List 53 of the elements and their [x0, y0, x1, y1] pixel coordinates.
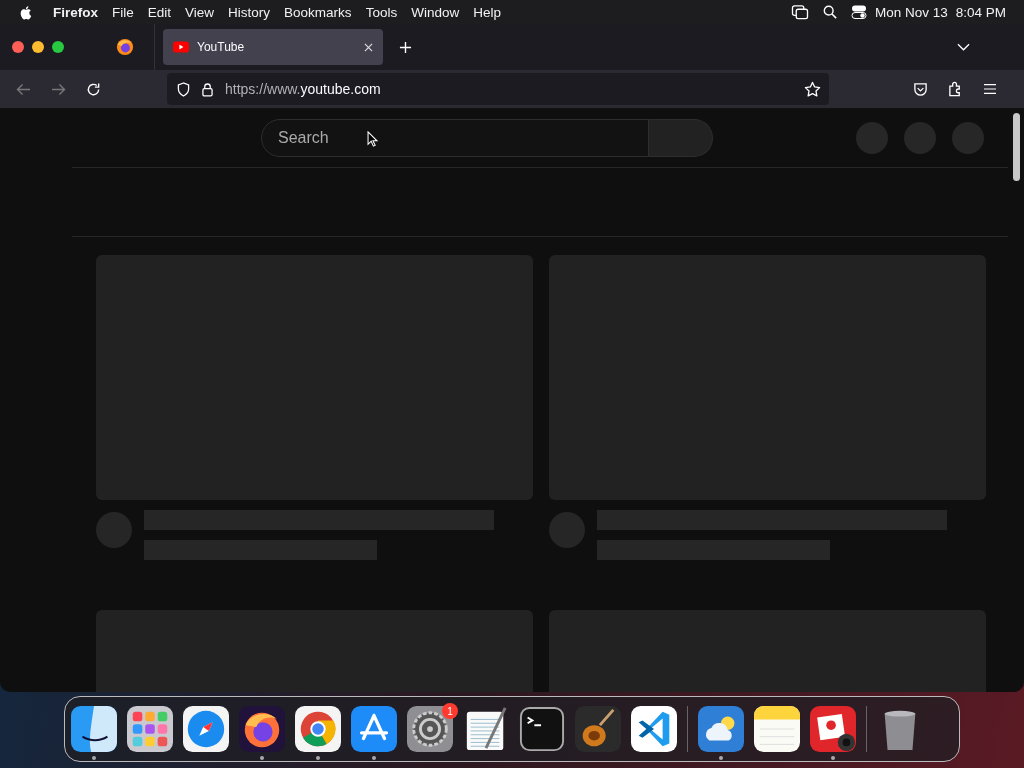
compass-icon[interactable] [183, 706, 229, 752]
play-logo-icon [173, 41, 189, 53]
menu-icon[interactable] [983, 83, 997, 95]
apple-icon[interactable] [20, 4, 33, 20]
menu-item[interactable]: Bookmarks [284, 4, 352, 20]
toggle-icon[interactable] [850, 4, 867, 20]
lock-icon [202, 81, 213, 97]
chrome-icon[interactable] [295, 706, 341, 752]
code-editor-icon[interactable] [631, 706, 677, 752]
close-icon[interactable] [364, 42, 373, 52]
time-text[interactable]: 8:04 PM [955, 4, 1006, 20]
app-grid-icon[interactable] [127, 706, 173, 752]
shield-icon[interactable] [177, 81, 190, 97]
search-field[interactable]: Search [261, 119, 649, 157]
minimize-button[interactable] [32, 41, 44, 53]
app-store-icon[interactable] [351, 706, 397, 752]
back-arrow-icon[interactable] [16, 82, 31, 96]
menu-item[interactable]: History [228, 4, 271, 20]
menu-item[interactable]: Window [411, 4, 460, 20]
menu-item[interactable]: File [112, 4, 134, 20]
notification-badge: 1 [442, 703, 458, 719]
avatar-placeholder [96, 512, 132, 548]
cloud-icon[interactable] [698, 706, 744, 752]
menu-item[interactable]: Help [473, 4, 501, 20]
menu-item[interactable]: View [185, 4, 215, 20]
puzzle-icon[interactable] [948, 81, 963, 97]
finder-icon[interactable] [71, 706, 117, 752]
zoom-button[interactable] [52, 41, 64, 53]
guitar-icon[interactable] [575, 706, 621, 752]
date-text[interactable]: Mon Nov 13 [874, 4, 948, 20]
plus-icon[interactable] [399, 40, 412, 54]
star-icon[interactable] [804, 80, 821, 98]
windows-icon[interactable] [790, 4, 809, 20]
browser-tab[interactable]: YouTube [163, 29, 383, 65]
pocket-icon[interactable] [913, 81, 928, 97]
chevron-down-icon[interactable] [957, 43, 970, 51]
url-text: https://www.youtube.com [225, 81, 381, 97]
search-icon[interactable] [822, 5, 837, 19]
gear-icon[interactable] [407, 706, 453, 752]
address-bar[interactable]: https://www.youtube.com [167, 73, 829, 105]
scrollbar-thumb[interactable] [1013, 113, 1020, 181]
photo-camera-icon[interactable] [810, 706, 856, 752]
pointer-icon [367, 131, 378, 147]
firefox-icon[interactable] [116, 38, 134, 56]
firefox-icon[interactable] [239, 706, 285, 752]
reload-icon[interactable] [86, 81, 101, 97]
terminal-icon[interactable] [519, 706, 565, 752]
menu-item[interactable]: Edit [147, 4, 172, 20]
close-window-button[interactable] [12, 41, 24, 53]
notes-icon[interactable] [754, 706, 800, 752]
menu-item[interactable]: Firefox [53, 4, 98, 20]
forward-arrow-icon[interactable] [51, 82, 66, 96]
menu-item[interactable]: Tools [365, 4, 398, 20]
